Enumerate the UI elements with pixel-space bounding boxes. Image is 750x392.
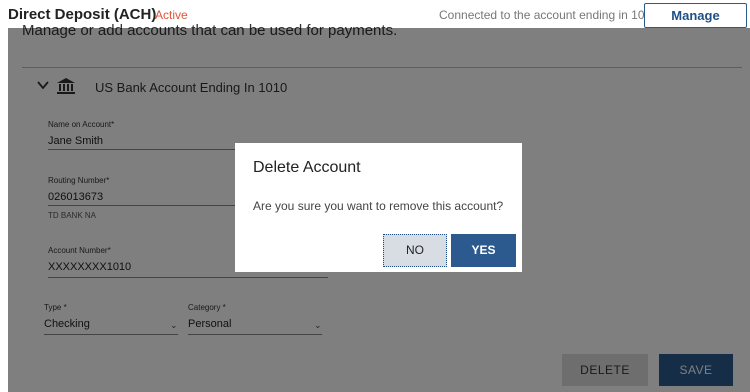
page-title: Direct Deposit (ACH) xyxy=(8,6,157,23)
dialog-title: Delete Account xyxy=(253,159,361,176)
connected-account-text: Connected to the account ending in 1010 xyxy=(439,8,658,22)
app-root: Direct Deposit (ACH) Active Connected to… xyxy=(0,0,750,392)
status-badge: Active xyxy=(155,8,188,22)
dialog-message: Are you sure you want to remove this acc… xyxy=(253,199,504,213)
no-button[interactable]: NO xyxy=(383,234,447,267)
yes-button[interactable]: YES xyxy=(451,234,516,267)
delete-account-dialog: Delete Account Are you sure you want to … xyxy=(235,143,522,272)
manage-button[interactable]: Manage xyxy=(644,3,747,28)
